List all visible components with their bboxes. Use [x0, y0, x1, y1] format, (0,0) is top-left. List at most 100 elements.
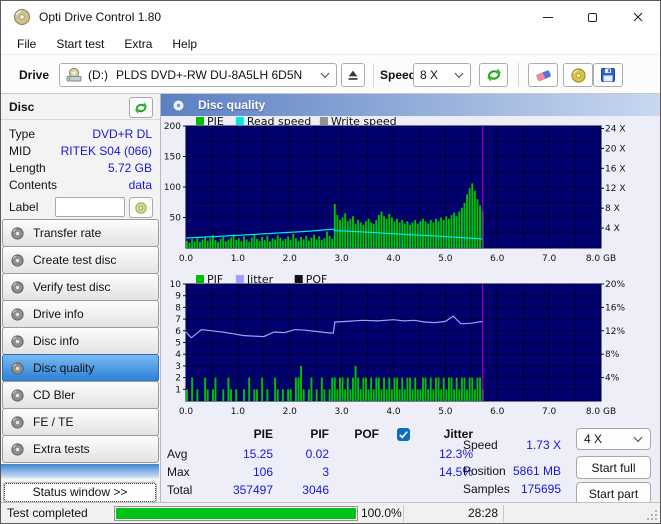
refresh-icon [486, 68, 501, 82]
sidebar-item-label: Disc info [33, 334, 80, 348]
disc-icon [11, 361, 24, 375]
svg-text:4.0: 4.0 [386, 254, 401, 264]
svg-text:24 X: 24 X [605, 124, 625, 134]
menu-help[interactable]: Help [162, 35, 207, 53]
test-speed-select[interactable]: 4 X [576, 428, 651, 450]
status-window-button[interactable]: Status window >> [3, 482, 157, 503]
svg-text:5.0: 5.0 [438, 407, 453, 416]
svg-text:2: 2 [175, 374, 181, 384]
svg-text:Jitter: Jitter [246, 273, 274, 286]
disc-icon [11, 253, 24, 267]
disc-refresh-button[interactable] [129, 97, 153, 118]
sidebar-item-extra-tests[interactable]: Extra tests [2, 435, 159, 463]
speed-select[interactable]: 8 X [413, 63, 471, 87]
refresh-icon [134, 101, 148, 114]
field-type-value: DVD+R DL [92, 127, 152, 141]
sidebar-item-fe-te[interactable]: FE / TE [2, 408, 159, 436]
sidebar-item-cd-bler[interactable]: CD Bler [2, 381, 159, 409]
minimize-button[interactable] [525, 1, 570, 33]
sidebar-item-label: FE / TE [33, 415, 74, 429]
field-mid-label: MID [9, 144, 31, 158]
svg-text:20 X: 20 X [605, 144, 625, 154]
app-window: Opti Drive Control 1.80 File Start test … [0, 0, 661, 524]
svg-text:2.0: 2.0 [283, 254, 298, 264]
sidebar-item-create-test-disc[interactable]: Create test disc [2, 246, 159, 274]
resize-grip[interactable] [646, 509, 658, 521]
stats-header-pof: POF [354, 427, 379, 441]
save-button[interactable] [593, 63, 623, 87]
svg-text:8.0 GB: 8.0 GB [586, 254, 616, 264]
avg-pie: 15.25 [242, 447, 273, 461]
svg-text:150: 150 [164, 153, 181, 163]
disc-icon [11, 415, 24, 429]
start-full-button[interactable]: Start full [576, 456, 651, 479]
left-panel: Disc Type DVD+R DL MID RITEK S04 (066) L… [1, 94, 161, 503]
svg-text:20%: 20% [605, 280, 625, 290]
maximize-button[interactable] [570, 1, 615, 33]
svg-text:7: 7 [175, 315, 181, 325]
svg-text:8.0 GB: 8.0 GB [586, 407, 616, 416]
sidebar-item-label: CD Bler [33, 388, 76, 402]
total-pie: 357497 [232, 483, 273, 497]
sidebar-item-disc-info[interactable]: Disc info [2, 327, 159, 355]
sidebar-item-verify-test-disc[interactable]: Verify test disc [2, 273, 159, 301]
sidebar-item-disc-quality[interactable]: Disc quality [2, 354, 159, 382]
svg-text:50: 50 [170, 214, 182, 224]
svg-text:7.0: 7.0 [542, 254, 557, 264]
sidebar-item-drive-info[interactable]: Drive info [2, 300, 159, 328]
svg-text:PIF: PIF [207, 273, 223, 286]
svg-text:POF: POF [306, 273, 328, 286]
field-length: Length 5.72 GB [9, 161, 152, 177]
svg-text:5.0: 5.0 [438, 254, 453, 264]
svg-text:4: 4 [175, 350, 181, 360]
drive-select[interactable]: (D:) PLDS DVD+-RW DU-8A5LH 6D5N [59, 63, 337, 87]
burn-disc-button[interactable] [563, 63, 593, 87]
max-pof [333, 465, 379, 480]
sidebar-item-label: Extra tests [33, 442, 90, 456]
sidebar-item-label: Verify test disc [33, 280, 111, 294]
label-input[interactable] [55, 197, 125, 217]
field-contents: Contents data [9, 178, 152, 194]
svg-text:8 X: 8 X [605, 204, 620, 214]
jitter-checkbox[interactable] [397, 428, 410, 441]
erase-disc-button[interactable] [528, 63, 558, 87]
max-pif: 3 [322, 465, 329, 479]
close-button[interactable] [615, 1, 660, 33]
avg-pof [333, 447, 379, 462]
svg-text:3: 3 [175, 362, 181, 372]
stats-row-avg-label: Avg [167, 447, 188, 461]
eject-button[interactable] [341, 63, 365, 87]
label-disc-button[interactable] [129, 197, 153, 218]
menu-file[interactable]: File [7, 35, 46, 53]
refresh-button[interactable] [479, 63, 508, 87]
speed-stat-value: 1.73 X [526, 438, 561, 452]
test-speed-value: 4 X [584, 432, 603, 446]
check-icon [399, 431, 408, 439]
disc-icon [11, 280, 24, 294]
status-text: Test completed [7, 506, 88, 520]
svg-text:100: 100 [164, 183, 181, 193]
svg-text:3.0: 3.0 [334, 254, 349, 264]
app-disc-icon [14, 9, 30, 25]
svg-text:4 X: 4 X [605, 224, 620, 234]
field-length-value: 5.72 GB [107, 161, 152, 175]
sidebar-item-label: Create test disc [33, 253, 117, 267]
eraser-icon [535, 69, 551, 81]
svg-text:Write speed: Write speed [331, 116, 397, 128]
sidebar-item-label: Disc quality [33, 361, 95, 375]
window-title: Opti Drive Control 1.80 [39, 10, 162, 24]
pie-chart: 50 100 150 200 4 X 8 X 12 X 16 X 20 X 24 X 0.0 1.0 2… [164, 116, 626, 264]
title-bar: Opti Drive Control 1.80 [1, 1, 660, 33]
sidebar-item-transfer-rate[interactable]: Transfer rate [2, 219, 159, 247]
svg-text:1: 1 [175, 385, 181, 395]
disc-section-header: Disc [1, 94, 160, 120]
field-mid: MID RITEK S04 (066) [9, 144, 152, 160]
menu-start-test[interactable]: Start test [46, 35, 114, 53]
svg-text:10: 10 [170, 280, 182, 290]
disc-icon [11, 442, 24, 456]
svg-text:8%: 8% [605, 350, 620, 360]
samples-stat-value: 175695 [520, 482, 561, 496]
menu-extra[interactable]: Extra [114, 35, 162, 53]
field-type-label: Type [9, 127, 36, 141]
svg-text:0.0: 0.0 [179, 407, 194, 416]
